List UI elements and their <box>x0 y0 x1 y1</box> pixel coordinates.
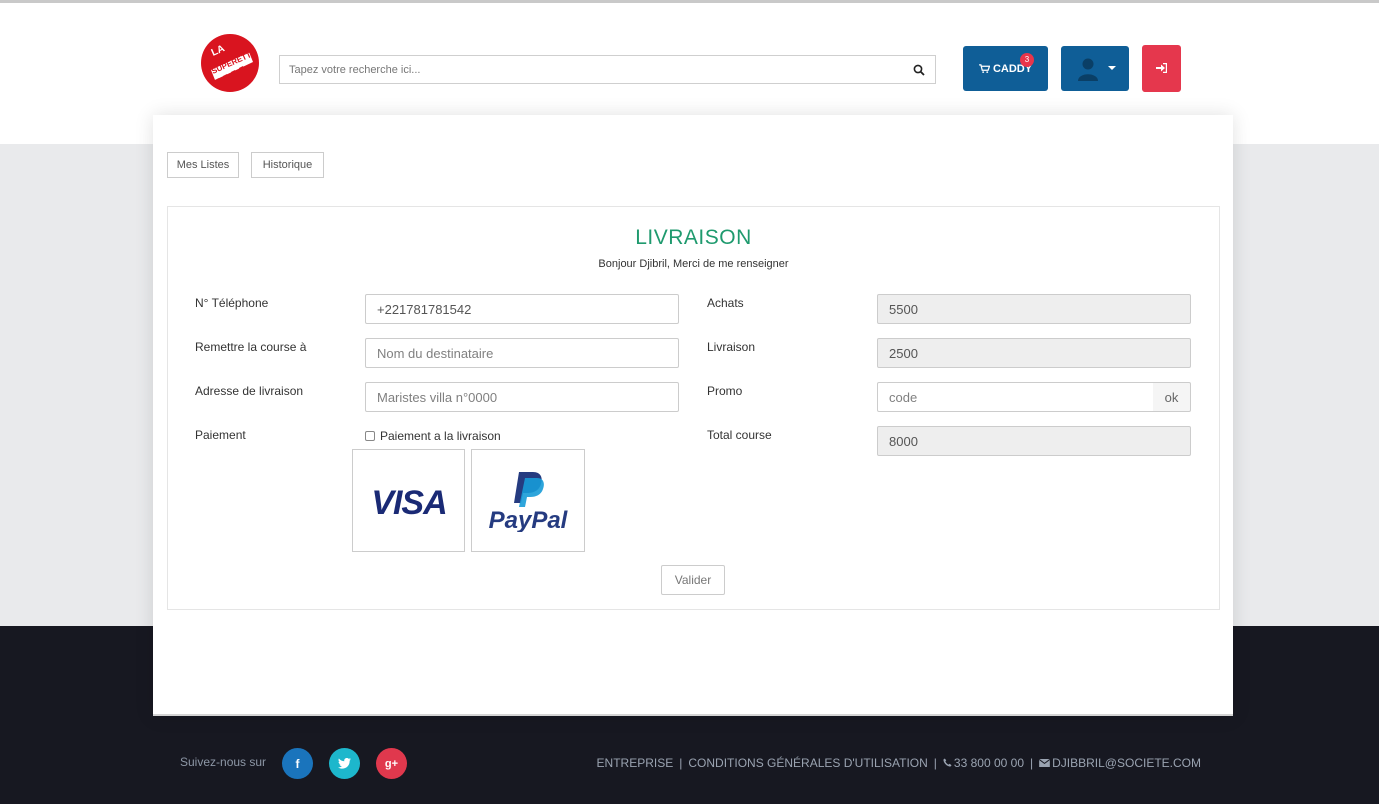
follow-us-label: Suivez-nous sur <box>180 755 267 769</box>
footer-separator: | <box>933 756 937 770</box>
facebook-icon: f <box>295 756 300 771</box>
caddy-button[interactable]: CADDY 3 <box>963 46 1048 91</box>
cart-icon <box>979 64 990 73</box>
recipient-label: Remettre la course à <box>195 340 307 354</box>
livraison-label: Livraison <box>707 340 756 354</box>
visa-payment-option[interactable]: VISA <box>352 449 465 552</box>
valider-button[interactable]: Valider <box>661 565 725 595</box>
footer-link-entreprise[interactable]: ENTREPRISE <box>597 756 674 770</box>
footer-separator: | <box>679 756 683 770</box>
footer-separator: | <box>1030 756 1034 770</box>
visa-logo: VISA <box>371 484 447 518</box>
checkbox-box[interactable] <box>365 431 375 441</box>
payment-label: Paiement <box>195 428 246 442</box>
promo-code-field[interactable]: code <box>877 382 1154 412</box>
phone-field[interactable]: +221781781542 <box>365 294 679 324</box>
svg-text:VISA: VISA <box>371 484 446 518</box>
facebook-button[interactable]: f <box>282 748 313 779</box>
main-card: Mes Listes Historique LIVRAISON Bonjour … <box>153 115 1233 716</box>
twitter-icon <box>338 758 351 769</box>
footer-link-terms[interactable]: CONDITIONS GÉNÉRALES D'UTILISATION <box>688 756 927 770</box>
paypal-logo: PayPal <box>489 471 569 532</box>
footer-email[interactable]: DJIBBRIL@SOCIETE.COM <box>1038 756 1201 770</box>
form-title: LIVRAISON <box>635 226 752 249</box>
google-plus-icon: g+ <box>384 757 399 770</box>
livraison-field: 2500 <box>877 338 1191 368</box>
footer-links: ENTREPRISE | CONDITIONS GÉNÉRALES D'UTIL… <box>597 756 1201 770</box>
user-menu-button[interactable] <box>1061 46 1129 91</box>
google-plus-button[interactable]: g+ <box>376 748 407 779</box>
recipient-field[interactable]: Nom du destinataire <box>365 338 679 368</box>
promo-ok-button[interactable]: ok <box>1153 382 1191 412</box>
tab-historique[interactable]: Historique <box>251 152 324 178</box>
logout-button[interactable] <box>1142 45 1181 92</box>
address-label: Adresse de livraison <box>195 384 304 398</box>
phone-label: N° Téléphone <box>195 296 269 310</box>
form-subtitle: Bonjour Djibril, Merci de me renseigner <box>598 258 789 270</box>
achats-label: Achats <box>707 296 744 310</box>
svg-text:PayPal: PayPal <box>489 507 569 532</box>
footer-phone: 33 800 00 00 <box>943 756 1024 770</box>
paypal-payment-option[interactable]: PayPal <box>471 449 585 552</box>
cart-count-badge: 3 <box>1020 53 1034 67</box>
cash-on-delivery-checkbox[interactable]: Paiement a la livraison <box>365 429 501 443</box>
cash-on-delivery-label: Paiement a la livraison <box>380 429 501 443</box>
total-label: Total course <box>707 428 772 442</box>
search-input[interactable] <box>280 56 900 83</box>
address-field[interactable]: Maristes villa n°0000 <box>365 382 679 412</box>
phone-icon <box>943 758 952 767</box>
achats-field: 5500 <box>877 294 1191 324</box>
chevron-down-icon <box>1108 66 1116 70</box>
delivery-form: LIVRAISON Bonjour Djibril, Merci de me r… <box>167 206 1220 610</box>
search-bar <box>279 55 936 84</box>
tab-mes-listes[interactable]: Mes Listes <box>167 152 239 178</box>
total-field: 8000 <box>877 426 1191 456</box>
user-avatar-icon <box>1078 58 1098 81</box>
la-superette-logo[interactable]: LA SUPERETTE <box>199 32 261 94</box>
twitter-button[interactable] <box>329 748 360 779</box>
search-icon[interactable] <box>913 64 925 76</box>
envelope-icon <box>1038 759 1051 767</box>
sign-in-icon <box>1156 63 1167 73</box>
footer-email-address: DJIBBRIL@SOCIETE.COM <box>1052 756 1201 770</box>
promo-label: Promo <box>707 384 743 398</box>
footer-phone-number: 33 800 00 00 <box>953 756 1024 770</box>
